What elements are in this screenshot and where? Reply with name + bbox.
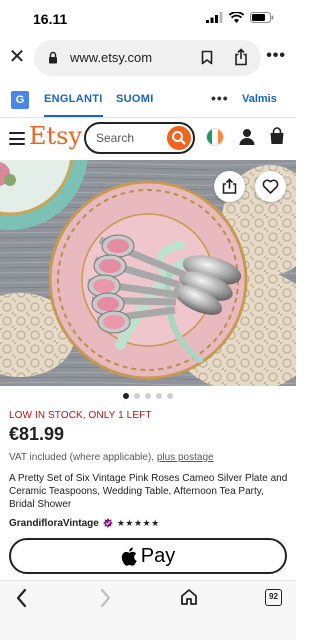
home-icon[interactable] <box>180 588 198 606</box>
cart-icon[interactable] <box>269 127 285 145</box>
heart-icon <box>262 179 279 194</box>
carousel-dot[interactable] <box>167 393 173 399</box>
bookmark-icon[interactable] <box>201 50 213 65</box>
tabs-button[interactable]: 92 <box>265 589 282 606</box>
share-icon <box>222 178 237 194</box>
vat-info: VAT included (where applicable), plus po… <box>9 452 214 463</box>
postage-link[interactable]: plus postage <box>157 452 214 463</box>
shop-row: GrandifloraVintage ★★★★★ <box>9 516 160 530</box>
carousel-dot[interactable] <box>145 393 151 399</box>
lock-icon <box>49 51 57 64</box>
product-title: A Pretty Set of Six Vintage Pink Roses C… <box>9 473 288 510</box>
stock-warning: LOW IN STOCK, ONLY 1 LEFT <box>9 410 152 421</box>
shop-name-link[interactable]: GrandifloraVintage <box>9 518 99 529</box>
battery-icon <box>250 12 274 23</box>
status-bar: 16.11 <box>0 0 296 36</box>
tab-englanti[interactable]: ENGLANTI <box>44 93 103 117</box>
site-header: Etsy Search <box>0 118 296 160</box>
vat-label: VAT included (where applicable), <box>9 452 157 463</box>
apple-pay-button[interactable]: Pay <box>9 538 287 574</box>
apple-icon <box>121 547 137 566</box>
carousel-dot[interactable] <box>156 393 162 399</box>
favorite-button[interactable] <box>255 171 286 202</box>
back-icon[interactable] <box>13 587 31 609</box>
more-icon[interactable]: ••• <box>266 47 286 65</box>
user-icon[interactable] <box>239 128 255 145</box>
close-icon[interactable]: ✕ <box>8 46 26 68</box>
carousel-dots[interactable] <box>0 393 296 401</box>
status-icons <box>206 12 274 23</box>
apple-pay-label: Pay <box>140 544 176 567</box>
search-placeholder: Search <box>96 131 135 145</box>
product-image[interactable] <box>0 160 296 386</box>
forward-icon[interactable] <box>96 587 114 609</box>
search-input[interactable]: Search <box>84 122 195 154</box>
product-photo <box>0 160 296 386</box>
star-seller-badge-icon <box>102 518 113 528</box>
carousel-dot[interactable] <box>123 393 129 399</box>
browser-bottom-bar: 92 <box>0 580 296 640</box>
carousel-dot[interactable] <box>134 393 140 399</box>
translate-more-icon[interactable]: ••• <box>211 90 229 106</box>
share-image-button[interactable] <box>214 171 245 202</box>
flag-stripe-orange <box>217 129 223 145</box>
product-price: €81.99 <box>9 424 65 444</box>
wifi-icon <box>229 12 244 23</box>
translate-done-button[interactable]: Valmis <box>242 93 277 105</box>
search-button[interactable] <box>167 126 191 150</box>
etsy-logo[interactable]: Etsy <box>29 122 82 150</box>
address-field[interactable]: www.etsy.com <box>34 40 261 76</box>
search-icon <box>172 131 186 145</box>
ireland-flag-icon[interactable] <box>206 128 224 146</box>
hamburger-menu-icon[interactable] <box>9 132 25 145</box>
browser-url-bar: ✕ www.etsy.com ••• <box>0 38 296 78</box>
google-translate-icon: G <box>11 91 29 109</box>
share-icon[interactable] <box>234 48 248 66</box>
status-time: 16.11 <box>33 11 68 27</box>
translate-bar: G ENGLANTI SUOMI ••• Valmis <box>0 84 296 118</box>
tab-suomi[interactable]: SUOMI <box>116 93 154 105</box>
url-text: www.etsy.com <box>70 50 153 65</box>
rating-stars[interactable]: ★★★★★ <box>117 518 160 529</box>
signal-icon <box>206 12 223 23</box>
